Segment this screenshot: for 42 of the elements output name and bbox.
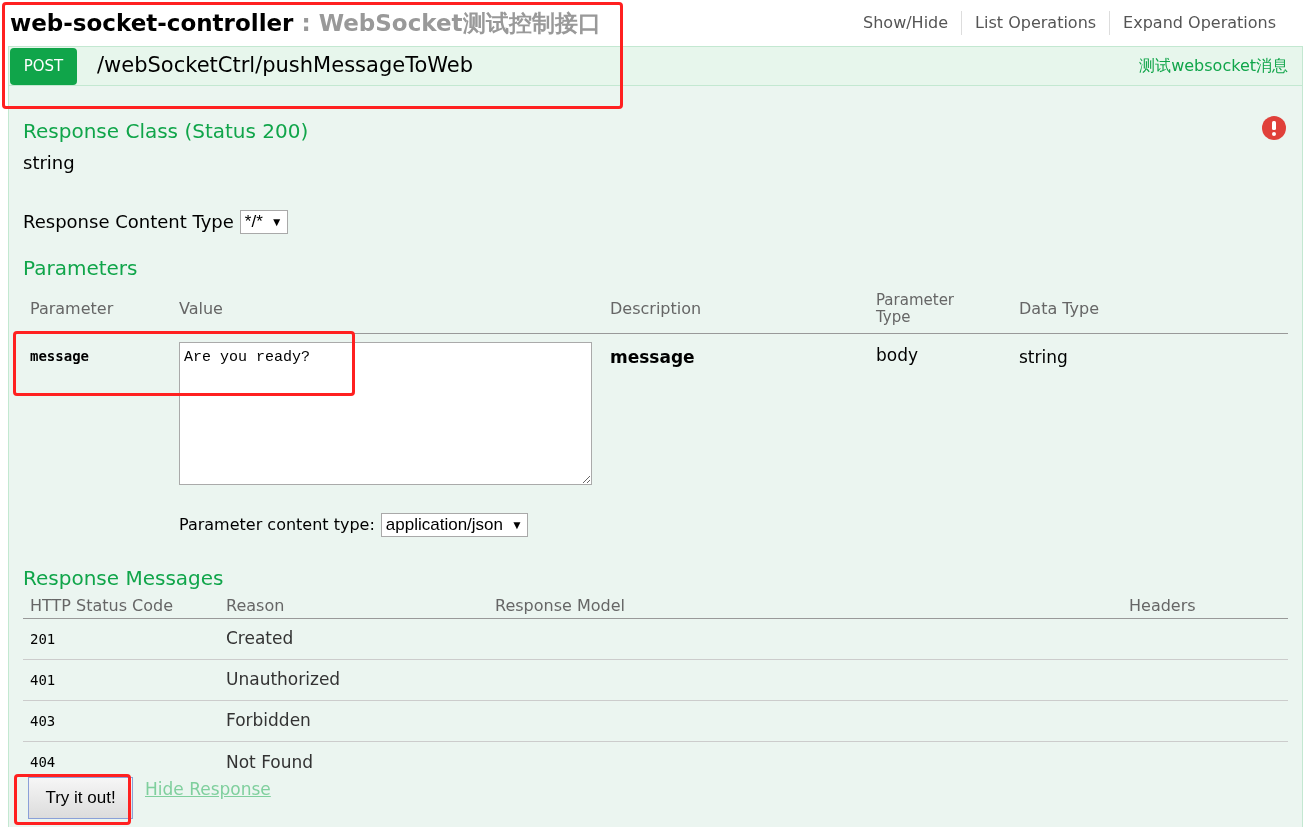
value-textarea[interactable]: Are you ready? [179, 342, 592, 485]
parameter-content-type-select[interactable]: application/json ▼ [380, 513, 528, 537]
header-link[interactable]: Show/Hide [850, 11, 962, 35]
separator: : [301, 8, 311, 38]
response-type: string [23, 151, 76, 175]
try-it-out-button[interactable]: Try it out! [28, 777, 133, 819]
parameter-name: message [30, 347, 90, 366]
data-type: string [1019, 346, 1069, 369]
endpoint-path: /webSocketCtrl/pushMessageToWeb [97, 52, 474, 80]
content-type-select[interactable]: */* ▼ [239, 209, 288, 234]
field-label: Response Content Type [23, 210, 234, 234]
section-title: Response Messages [23, 565, 225, 592]
status-reason: Forbidden [226, 709, 312, 733]
column-header: Value [179, 297, 224, 320]
section-title: Response Class (Status 200) [23, 118, 309, 145]
resource-name[interactable]: web-socket-controller [10, 5, 294, 41]
method-badge: POST [10, 47, 77, 85]
column-header: Headers [1129, 594, 1197, 617]
header-link[interactable]: List Operations [961, 11, 1110, 35]
section-title: Parameters [23, 255, 139, 282]
header-link[interactable]: Expand Operations [1109, 11, 1289, 35]
error-icon [1262, 116, 1286, 140]
column-header: Parameter [30, 297, 115, 320]
field-label: Parameter content type: [179, 514, 375, 536]
status-code: 404 [30, 753, 57, 772]
parameter-type: body [876, 344, 920, 367]
resource-description: WebSocket测试控制接口 [318, 8, 601, 38]
column-header: Response Model [495, 594, 626, 617]
status-code: 401 [30, 670, 57, 690]
status-code: 201 [30, 629, 57, 649]
operation-summary: 测试websocket消息 [1139, 55, 1288, 77]
parameter-description: message [610, 346, 696, 369]
status-reason: Not Found [226, 750, 315, 774]
column-header: Parameter Type [876, 291, 956, 326]
operation-bar[interactable]: POST /webSocketCtrl/pushMessageToWeb 测试websocket消息 [9, 47, 1302, 86]
column-header: Data Type [1019, 297, 1101, 320]
status-reason: Created [226, 627, 295, 651]
column-header: Description [610, 297, 703, 320]
column-header: Reason [226, 594, 286, 617]
status-code: 403 [30, 711, 57, 731]
status-reason: Unauthorized [226, 668, 342, 692]
column-header: HTTP Status Code [30, 594, 175, 617]
